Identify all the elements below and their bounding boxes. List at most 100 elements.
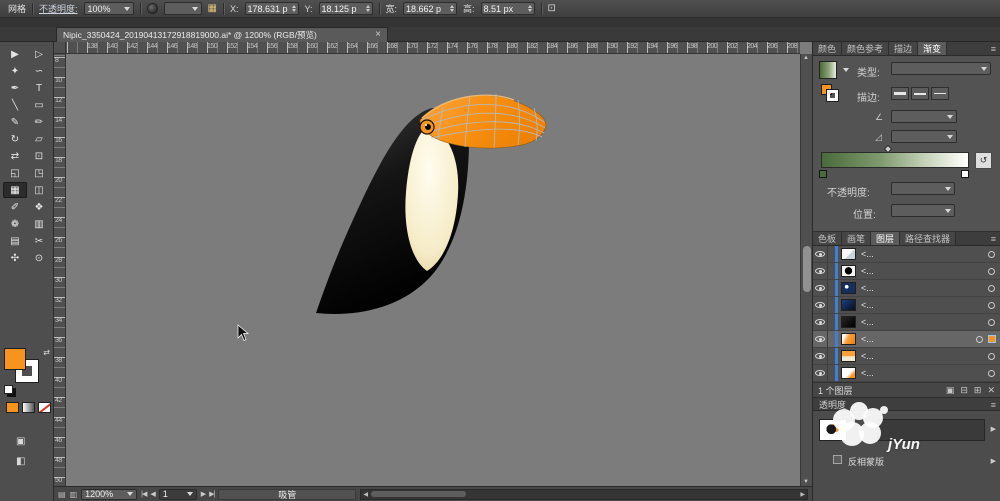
gradient-tool[interactable]: ◫ bbox=[27, 182, 51, 198]
transparency-panel-header[interactable]: 透明度 ≡ bbox=[813, 398, 1000, 411]
delete-layer-icon[interactable]: ✕ bbox=[987, 385, 995, 396]
none-mode-button[interactable] bbox=[38, 402, 51, 413]
column-graph-tool[interactable]: ▥ bbox=[27, 216, 51, 232]
eyedropper-tool[interactable]: ✐ bbox=[3, 199, 27, 215]
hand-tool[interactable]: ✣ bbox=[3, 250, 27, 266]
new-sublayer-icon[interactable]: ⊟ bbox=[960, 385, 968, 396]
line-segment-tool[interactable]: ╲ bbox=[3, 97, 27, 113]
horizontal-scrollbar[interactable]: ◀ ▶ bbox=[360, 488, 808, 500]
selection-tool[interactable]: ▶ bbox=[3, 46, 27, 62]
symbol-sprayer-tool[interactable]: ❁ bbox=[3, 216, 27, 232]
panel-menu-icon[interactable]: ≡ bbox=[991, 44, 996, 54]
location-combo[interactable] bbox=[891, 204, 955, 217]
type-combo[interactable] bbox=[891, 62, 991, 75]
flyout-icon[interactable]: ▶ bbox=[991, 425, 996, 433]
tab-stroke[interactable]: 描边 bbox=[889, 42, 919, 55]
vertical-scrollbar[interactable]: ▲ ▼ bbox=[800, 54, 812, 486]
tab-brushes[interactable]: 画笔 bbox=[842, 232, 872, 245]
gradient-mode-button[interactable] bbox=[22, 402, 35, 413]
lasso-tool[interactable]: ∽ bbox=[27, 63, 51, 79]
layer-row[interactable]: <... bbox=[813, 246, 1000, 263]
visibility-toggle[interactable] bbox=[813, 314, 828, 330]
chevron-down-icon[interactable] bbox=[843, 68, 849, 72]
tab-swatches[interactable]: 色板 bbox=[813, 232, 843, 245]
object-thumbnail[interactable] bbox=[819, 419, 847, 441]
x-field[interactable]: 178.631 p bbox=[244, 2, 299, 15]
target-circle-icon[interactable] bbox=[988, 267, 995, 275]
zoom-combo[interactable]: 1200% bbox=[81, 488, 138, 500]
tab-pathfinder[interactable]: 路径查找器 bbox=[900, 232, 957, 245]
stroke-swatch[interactable] bbox=[826, 89, 839, 102]
target-circle-icon[interactable] bbox=[988, 352, 995, 360]
width-field[interactable]: 18.662 p bbox=[403, 2, 458, 15]
visibility-toggle[interactable] bbox=[813, 263, 828, 279]
stepper-icon[interactable] bbox=[366, 5, 370, 12]
stroke-across-button[interactable] bbox=[931, 87, 949, 100]
next-artboard-button[interactable]: ▶ bbox=[201, 490, 206, 498]
target-circle-icon[interactable] bbox=[988, 318, 995, 326]
visibility-toggle[interactable] bbox=[813, 280, 828, 296]
invert-mask-checkbox[interactable] bbox=[833, 455, 842, 464]
screen-mode-button[interactable]: ◧ bbox=[16, 456, 25, 467]
mask-thumbnail[interactable] bbox=[877, 419, 985, 441]
stepper-icon[interactable] bbox=[292, 5, 296, 12]
target-circle-icon[interactable] bbox=[988, 369, 995, 377]
width-tool[interactable]: ⇄ bbox=[3, 148, 27, 164]
shape-builder-tool[interactable]: ◱ bbox=[3, 165, 27, 181]
panel-menu-icon[interactable]: ≡ bbox=[991, 234, 996, 244]
default-fill-stroke-icon[interactable] bbox=[4, 385, 13, 394]
stroke-along-button[interactable] bbox=[911, 87, 929, 100]
toucan-artwork[interactable] bbox=[66, 54, 800, 486]
layer-row[interactable]: <... bbox=[813, 297, 1000, 314]
swap-fill-stroke-icon[interactable]: ⇄ bbox=[43, 348, 50, 357]
blend-tool[interactable]: ❖ bbox=[27, 199, 51, 215]
artboard-canvas[interactable] bbox=[66, 54, 800, 486]
scroll-left-icon[interactable]: ◀ bbox=[363, 491, 368, 498]
scrollbar-thumb[interactable] bbox=[371, 491, 467, 497]
target-circle-icon[interactable] bbox=[988, 250, 995, 258]
document-tab[interactable]: Nipic_3350424_20190413172918819000.ai* @… bbox=[56, 27, 388, 42]
direct-selection-tool[interactable]: ▷ bbox=[27, 46, 51, 62]
transform-icon[interactable]: ⊡ bbox=[548, 3, 556, 14]
layer-row[interactable]: <... bbox=[813, 263, 1000, 280]
scroll-up-icon[interactable]: ▲ bbox=[803, 55, 809, 61]
reverse-gradient-button[interactable]: ↺ bbox=[975, 152, 992, 169]
zoom-tool[interactable]: ⊙ bbox=[27, 250, 51, 266]
color-mode-button[interactable] bbox=[6, 402, 19, 413]
target-circle-icon[interactable] bbox=[988, 284, 995, 292]
aspect-ratio-combo[interactable] bbox=[891, 130, 957, 143]
layer-row[interactable]: <... bbox=[813, 314, 1000, 331]
tab-layers[interactable]: 图层 bbox=[871, 232, 901, 245]
ruler-corner[interactable] bbox=[54, 42, 66, 54]
target-circle-icon[interactable] bbox=[988, 301, 995, 309]
visibility-toggle[interactable] bbox=[813, 331, 828, 347]
scrollbar-thumb[interactable] bbox=[802, 246, 811, 292]
panel-menu-icon[interactable]: ≡ bbox=[991, 400, 996, 410]
transparency-tab-label[interactable]: 透明度 bbox=[819, 398, 846, 411]
visibility-toggle[interactable] bbox=[813, 297, 828, 313]
mesh-tool[interactable]: ▦ bbox=[3, 182, 27, 198]
fill-color-swatch[interactable] bbox=[4, 348, 26, 370]
first-artboard-button[interactable]: |◀ bbox=[141, 490, 147, 498]
rectangle-tool[interactable]: ▭ bbox=[27, 97, 51, 113]
visibility-toggle[interactable] bbox=[813, 365, 828, 381]
paintbrush-tool[interactable]: ✎ bbox=[3, 114, 27, 130]
opacity-combo[interactable]: 100% bbox=[83, 2, 134, 15]
pencil-tool[interactable]: ✏ bbox=[27, 114, 51, 130]
style-combo[interactable] bbox=[163, 2, 202, 15]
visibility-toggle[interactable] bbox=[813, 246, 828, 262]
free-transform-tool[interactable]: ⊡ bbox=[27, 148, 51, 164]
layer-row[interactable]: <... bbox=[813, 331, 1000, 348]
pen-tool[interactable]: ✒ bbox=[3, 80, 27, 96]
stepper-icon[interactable] bbox=[528, 5, 532, 12]
stroke-within-button[interactable] bbox=[891, 87, 909, 100]
scale-tool[interactable]: ▱ bbox=[27, 131, 51, 147]
close-icon[interactable]: × bbox=[375, 30, 381, 40]
gradient-stop-left[interactable] bbox=[819, 170, 827, 178]
last-artboard-button[interactable]: ▶| bbox=[209, 490, 215, 498]
artboard-tool[interactable]: ▤ bbox=[3, 233, 27, 249]
clipping-mask-icon[interactable]: ▣ bbox=[946, 385, 955, 396]
flyout-icon[interactable]: ▶ bbox=[991, 457, 996, 465]
stepper-icon[interactable] bbox=[450, 5, 454, 12]
layer-row[interactable]: <... bbox=[813, 348, 1000, 365]
